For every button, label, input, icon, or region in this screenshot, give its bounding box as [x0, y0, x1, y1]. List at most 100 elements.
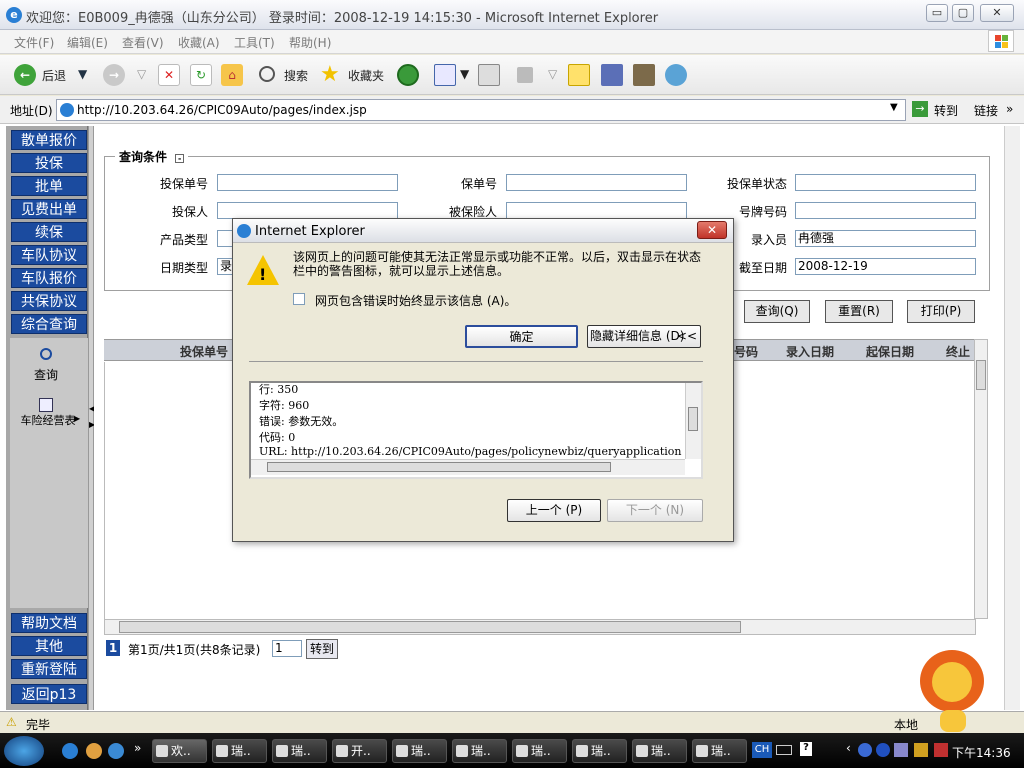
nav-renew[interactable]: 续保 — [11, 222, 87, 242]
links-chevron-icon[interactable]: » — [1006, 102, 1013, 116]
contacts-icon[interactable] — [665, 64, 687, 86]
dialog-close-icon[interactable]: ✕ — [697, 221, 727, 239]
menu-help[interactable]: 帮助(H) — [289, 34, 331, 51]
nav-help[interactable]: 帮助文档 — [11, 613, 87, 633]
grid-vertical-scrollbar[interactable] — [974, 339, 988, 619]
collapse-toggle-icon[interactable]: - — [175, 154, 185, 163]
clock[interactable]: 下午14:36 — [952, 744, 1011, 761]
print-icon[interactable] — [478, 64, 500, 86]
mail-dropdown-icon[interactable]: ▼ — [460, 67, 469, 81]
task-2[interactable]: 瑞.. — [272, 739, 327, 763]
history-icon[interactable] — [397, 64, 419, 86]
input-plate-no[interactable] — [795, 202, 976, 219]
address-dropdown-icon[interactable]: ▼ — [890, 102, 898, 113]
task-7[interactable]: 瑞.. — [572, 739, 627, 763]
tray-icon-d[interactable] — [914, 743, 928, 757]
nav-quote[interactable]: 散单报价 — [11, 130, 87, 150]
nav-insure[interactable]: 投保 — [11, 153, 87, 173]
menu-view[interactable]: 查看(V) — [122, 34, 164, 51]
page-number[interactable]: 1 — [106, 640, 120, 656]
links-button[interactable]: 链接 — [974, 102, 998, 119]
tray-icon-b[interactable] — [876, 743, 890, 757]
task-8[interactable]: 瑞.. — [632, 739, 687, 763]
stop-icon[interactable]: ✕ — [158, 64, 180, 86]
search-icon[interactable] — [259, 66, 275, 82]
nav-coinsurance[interactable]: 共保协议 — [11, 291, 87, 311]
report-icon[interactable] — [39, 398, 53, 412]
nav-relogin[interactable]: 重新登陆 — [11, 659, 87, 679]
forward-dropdown-icon[interactable]: ▽ — [137, 67, 146, 81]
task-4[interactable]: 瑞.. — [392, 739, 447, 763]
tray-icon-c[interactable] — [894, 743, 908, 757]
address-input[interactable]: http://10.203.64.26/CPIC09Auto/pages/ind… — [56, 99, 906, 121]
research-icon[interactable] — [633, 64, 655, 86]
edit-icon[interactable] — [517, 67, 533, 83]
back-button-label[interactable]: 后退 — [42, 67, 66, 84]
details-vertical-scrollbar[interactable] — [685, 383, 701, 459]
report-link[interactable]: 车险经营表 — [18, 414, 78, 427]
prev-button[interactable]: 上一个 (P) — [507, 499, 601, 522]
always-show-checkbox[interactable] — [293, 293, 305, 305]
favorites-button-label[interactable]: 收藏夹 — [348, 67, 384, 84]
task-5[interactable]: 瑞.. — [452, 739, 507, 763]
nav-fleet-agreement[interactable]: 车队协议 — [11, 245, 87, 265]
menu-tools[interactable]: 工具(T) — [234, 34, 275, 51]
menu-edit[interactable]: 编辑(E) — [67, 34, 108, 51]
ok-button[interactable]: 确定 — [465, 325, 578, 348]
col-number[interactable]: 号码 — [734, 343, 758, 360]
favorites-star-icon[interactable]: ★ — [320, 62, 340, 87]
input-policy-no[interactable] — [506, 174, 687, 191]
page-go-button[interactable]: 转到 — [306, 639, 338, 659]
task-3[interactable]: 开.. — [332, 739, 387, 763]
menu-file[interactable]: 文件(F) — [14, 34, 54, 51]
refresh-icon[interactable]: ↻ — [190, 64, 212, 86]
task-welcome[interactable]: 欢.. — [152, 739, 207, 763]
ie2-quicklaunch-icon[interactable] — [108, 743, 124, 759]
nav-fleet-quote[interactable]: 车队报价 — [11, 268, 87, 288]
mail-icon[interactable] — [434, 64, 456, 86]
nav-other[interactable]: 其他 — [11, 636, 87, 656]
col-entry-date[interactable]: 录入日期 — [786, 343, 834, 360]
home-icon[interactable]: ⌂ — [221, 64, 243, 86]
input-app-status[interactable] — [795, 174, 976, 191]
nav-endorsement[interactable]: 批单 — [11, 176, 87, 196]
grid-horizontal-scrollbar[interactable] — [104, 619, 976, 635]
input-app-no[interactable] — [217, 174, 398, 191]
input-insured[interactable] — [506, 202, 687, 219]
minimize-button[interactable]: ▭ — [926, 4, 948, 22]
reset-button[interactable]: 重置(R) — [825, 300, 893, 323]
next-button[interactable]: 下一个 (N) — [607, 499, 703, 522]
task-9[interactable]: 瑞.. — [692, 739, 747, 763]
go-button[interactable]: 转到 — [934, 102, 958, 119]
input-end-date[interactable]: 2008-12-19 — [795, 258, 976, 275]
messenger-icon[interactable] — [601, 64, 623, 86]
tray-icon-e[interactable] — [934, 743, 948, 757]
task-6[interactable]: 瑞.. — [512, 739, 567, 763]
dialog-titlebar[interactable]: Internet Explorer ✕ — [233, 219, 733, 243]
query-link[interactable]: 查询 — [34, 366, 58, 383]
input-entry-person[interactable]: 冉德强 — [795, 230, 976, 247]
nav-query[interactable]: 综合查询 — [11, 314, 87, 334]
always-show-label[interactable]: 网页包含错误时始终显示该信息 (A)。 — [315, 292, 516, 309]
maximize-button[interactable]: ▢ — [952, 4, 974, 22]
forward-arrow-icon[interactable]: → — [103, 64, 125, 86]
help-tray-icon[interactable]: ? — [800, 742, 812, 756]
details-horizontal-scrollbar[interactable] — [251, 459, 685, 475]
col-app-no[interactable]: 投保单号 — [180, 343, 228, 360]
search-button-label[interactable]: 搜索 — [284, 67, 308, 84]
start-button[interactable] — [4, 736, 44, 766]
input-applicant[interactable] — [217, 202, 398, 219]
tray-icon-a[interactable] — [858, 743, 872, 757]
page-vertical-scrollbar[interactable] — [1004, 126, 1020, 710]
hide-details-button[interactable]: 隐藏详细信息 (D) << — [587, 325, 701, 348]
col-end[interactable]: 终止 — [946, 343, 970, 360]
back-arrow-icon[interactable]: ← — [14, 64, 36, 86]
note-icon[interactable] — [568, 64, 590, 86]
nav-return-p13[interactable]: 返回p13 — [11, 684, 87, 704]
col-start-date[interactable]: 起保日期 — [866, 343, 914, 360]
tray-chevron-icon[interactable]: ‹ — [846, 741, 851, 755]
go-arrow-icon[interactable]: → — [912, 101, 928, 117]
ie-quicklaunch-icon[interactable] — [62, 743, 78, 759]
print-button[interactable]: 打印(P) — [907, 300, 975, 323]
language-indicator[interactable]: CH — [752, 742, 772, 758]
